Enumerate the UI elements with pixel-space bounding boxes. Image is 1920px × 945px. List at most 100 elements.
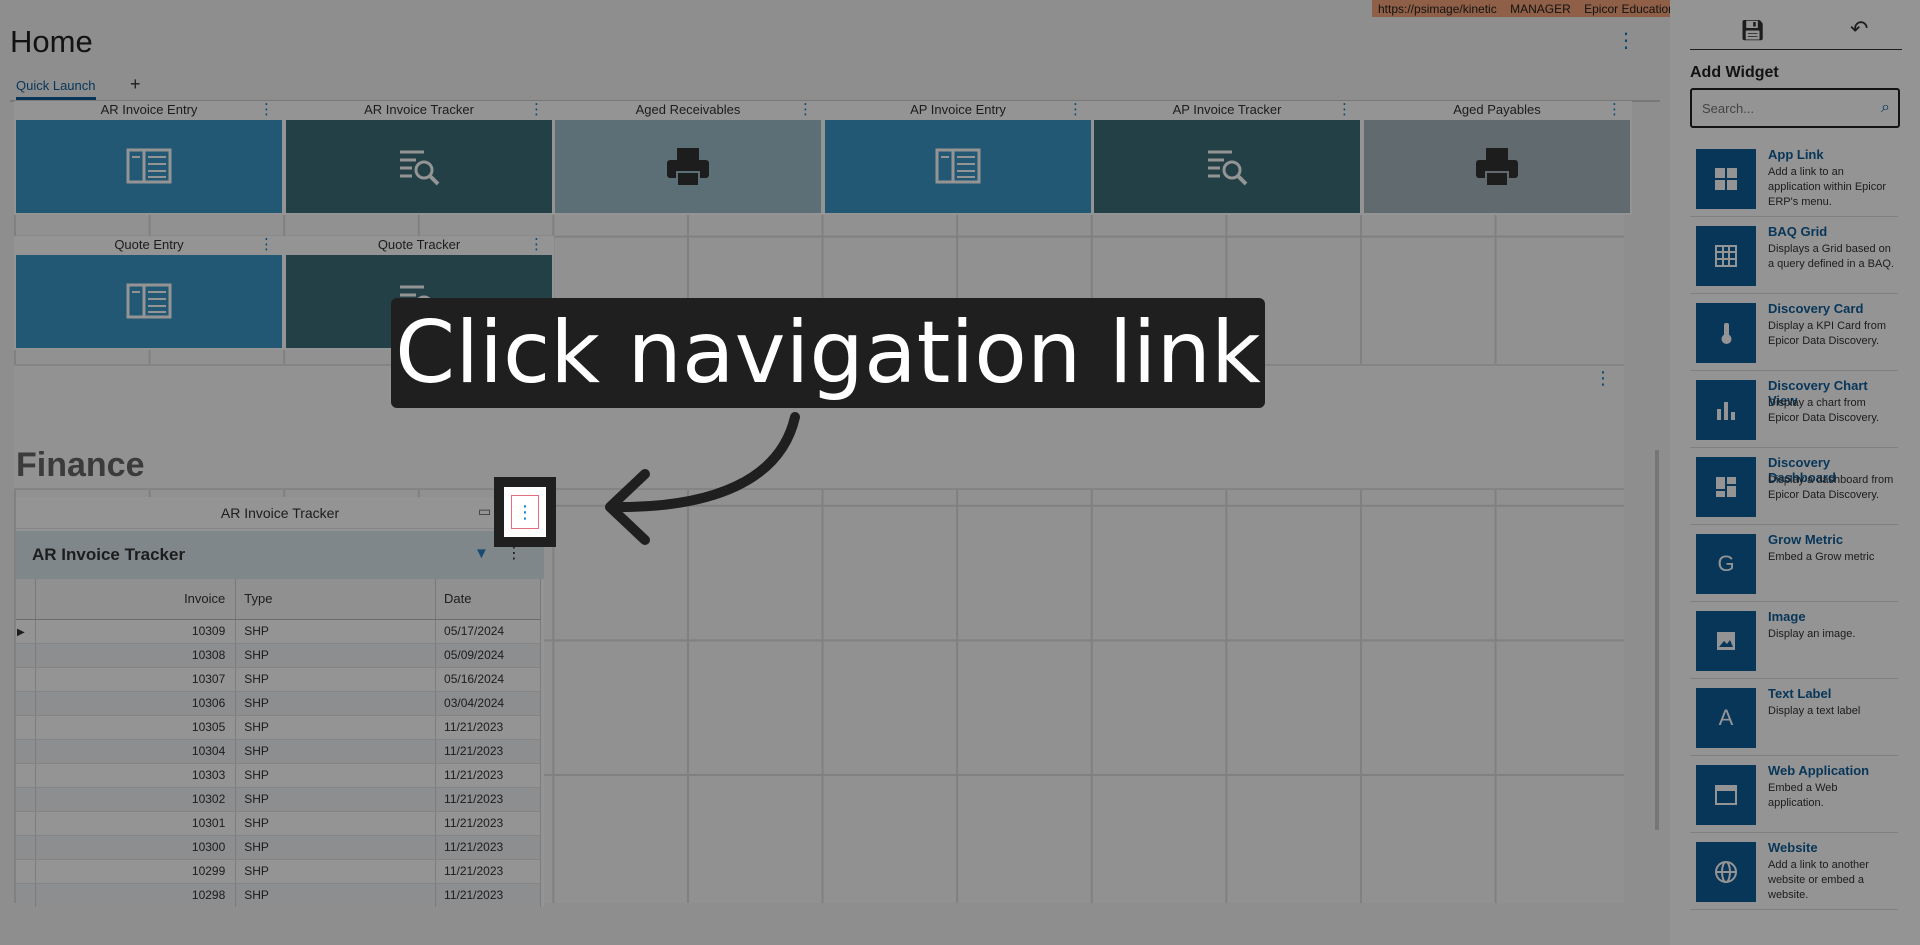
column-header-invoice[interactable]: Invoice bbox=[35, 579, 237, 620]
widget-option-grow-metric[interactable]: G Grow Metric Embed a Grow metric bbox=[1690, 528, 1898, 602]
tile-aged-payables[interactable]: Aged Payables ⋮ bbox=[1362, 101, 1632, 215]
widget-option-discovery-card[interactable]: Discovery Card Display a KPI Card from Ep… bbox=[1690, 297, 1898, 371]
column-header-type[interactable]: Type bbox=[235, 579, 437, 620]
widget-option-web-application[interactable]: Web Application Embed a Web application. bbox=[1690, 759, 1898, 833]
cell-invoice[interactable]: 10299 bbox=[35, 859, 237, 884]
cell-date[interactable]: 11/21/2023 bbox=[435, 715, 541, 740]
table-row[interactable]: ▶ 10309 SHP 05/17/2024 bbox=[16, 618, 541, 644]
tile-quote-entry[interactable]: Quote Entry ⋮ bbox=[14, 236, 284, 350]
tile-more-icon[interactable]: ⋮ bbox=[1607, 102, 1622, 118]
search-icon[interactable]: ⌕ bbox=[1881, 99, 1890, 117]
row-selector[interactable]: ▶ bbox=[16, 618, 37, 644]
tile-ap-invoice-tracker[interactable]: AP Invoice Tracker ⋮ bbox=[1092, 101, 1362, 215]
tile-ar-invoice-tracker[interactable]: AR Invoice Tracker ⋮ bbox=[284, 101, 554, 215]
widget-option-website[interactable]: Website Add a link to another website or … bbox=[1690, 836, 1898, 910]
widget-option-image[interactable]: Image Display an image. bbox=[1690, 605, 1898, 679]
cell-type[interactable]: SHP bbox=[235, 715, 437, 740]
row-selector[interactable] bbox=[16, 667, 37, 692]
tile-more-icon[interactable]: ⋮ bbox=[798, 102, 813, 118]
table-row[interactable]: 10304 SHP 11/21/2023 bbox=[16, 739, 541, 764]
cell-date[interactable]: 11/21/2023 bbox=[435, 739, 541, 764]
cell-invoice[interactable]: 10300 bbox=[35, 835, 237, 860]
cell-type[interactable]: SHP bbox=[235, 618, 437, 644]
add-tab-button[interactable]: + bbox=[130, 74, 141, 95]
table-row[interactable]: 10306 SHP 03/04/2024 bbox=[16, 691, 541, 716]
row-selector[interactable] bbox=[16, 787, 37, 812]
tile-aged-receivables[interactable]: Aged Receivables ⋮ bbox=[553, 101, 823, 215]
cell-invoice[interactable]: 10301 bbox=[35, 811, 237, 836]
cell-date[interactable]: 05/17/2024 bbox=[435, 618, 541, 644]
cell-date[interactable]: 05/09/2024 bbox=[435, 643, 541, 668]
widget-option-discovery-dashboard[interactable]: Discovery Dashboard Display a dashboard f… bbox=[1690, 451, 1898, 525]
table-row[interactable]: 10302 SHP 11/21/2023 bbox=[16, 787, 541, 812]
tile-more-icon[interactable]: ⋮ bbox=[259, 102, 274, 118]
cell-invoice[interactable]: 10307 bbox=[35, 667, 237, 692]
widget-option-title: Grow Metric bbox=[1768, 532, 1844, 547]
row-selector[interactable] bbox=[16, 739, 37, 764]
table-row[interactable]: 10303 SHP 11/21/2023 bbox=[16, 763, 541, 788]
cell-type[interactable]: SHP bbox=[235, 787, 437, 812]
row-selector[interactable] bbox=[16, 883, 37, 907]
row-selector[interactable] bbox=[16, 859, 37, 884]
cell-invoice[interactable]: 10298 bbox=[35, 883, 237, 907]
cell-type[interactable]: SHP bbox=[235, 643, 437, 668]
cell-date[interactable]: 11/21/2023 bbox=[435, 787, 541, 812]
tile-more-icon[interactable]: ⋮ bbox=[259, 237, 274, 253]
row-selector[interactable] bbox=[16, 835, 37, 860]
table-row[interactable]: 10307 SHP 05/16/2024 bbox=[16, 667, 541, 692]
cell-invoice[interactable]: 10309 bbox=[35, 618, 237, 644]
cell-date[interactable]: 11/21/2023 bbox=[435, 883, 541, 907]
page-more-icon[interactable]: ⋮ bbox=[1616, 30, 1636, 52]
row-selector[interactable] bbox=[16, 643, 37, 668]
tile-more-icon[interactable]: ⋮ bbox=[529, 102, 544, 118]
table-row[interactable]: 10298 SHP 11/21/2023 bbox=[16, 883, 541, 907]
widget-option-baq-grid[interactable]: BAQ Grid Displays a Grid based on a query… bbox=[1690, 220, 1898, 294]
table-row[interactable]: 10299 SHP 11/21/2023 bbox=[16, 859, 541, 884]
row-selector[interactable] bbox=[16, 811, 37, 836]
tile-more-icon[interactable]: ⋮ bbox=[1337, 102, 1352, 118]
table-row[interactable]: 10305 SHP 11/21/2023 bbox=[16, 715, 541, 740]
cell-invoice[interactable]: 10303 bbox=[35, 763, 237, 788]
cell-type[interactable]: SHP bbox=[235, 763, 437, 788]
cell-date[interactable]: 05/16/2024 bbox=[435, 667, 541, 692]
save-icon[interactable]: 💾︎ bbox=[1740, 18, 1765, 43]
tile-more-icon[interactable]: ⋮ bbox=[529, 237, 544, 253]
cell-invoice[interactable]: 10306 bbox=[35, 691, 237, 716]
tile-more-icon[interactable]: ⋮ bbox=[1068, 102, 1083, 118]
cell-type[interactable]: SHP bbox=[235, 883, 437, 907]
page-scrollbar[interactable] bbox=[1655, 450, 1659, 830]
tile-ap-invoice-entry[interactable]: AP Invoice Entry ⋮ bbox=[823, 101, 1093, 215]
cell-type[interactable]: SHP bbox=[235, 691, 437, 716]
cell-type[interactable]: SHP bbox=[235, 667, 437, 692]
row-selector[interactable] bbox=[16, 763, 37, 788]
row-selector[interactable] bbox=[16, 691, 37, 716]
cell-type[interactable]: SHP bbox=[235, 739, 437, 764]
cell-type[interactable]: SHP bbox=[235, 811, 437, 836]
widget-option-text-label[interactable]: A Text Label Display a text label bbox=[1690, 682, 1898, 756]
cell-date[interactable]: 11/21/2023 bbox=[435, 763, 541, 788]
cell-date[interactable]: 11/21/2023 bbox=[435, 859, 541, 884]
cell-type[interactable]: SHP bbox=[235, 835, 437, 860]
table-row[interactable]: 10300 SHP 11/21/2023 bbox=[16, 835, 541, 860]
cell-type[interactable]: SHP bbox=[235, 859, 437, 884]
column-header-date[interactable]: Date bbox=[435, 579, 541, 620]
table-row[interactable]: 10301 SHP 11/21/2023 bbox=[16, 811, 541, 836]
cell-date[interactable]: 11/21/2023 bbox=[435, 811, 541, 836]
filter-icon[interactable]: ▼ bbox=[474, 545, 489, 562]
undo-icon[interactable]: ↶ bbox=[1850, 16, 1868, 42]
cell-invoice[interactable]: 10302 bbox=[35, 787, 237, 812]
cell-date[interactable]: 11/21/2023 bbox=[435, 835, 541, 860]
widget-more-icon[interactable]: ⋮ bbox=[511, 495, 539, 529]
table-row[interactable]: 10308 SHP 05/09/2024 bbox=[16, 643, 541, 668]
cell-invoice[interactable]: 10308 bbox=[35, 643, 237, 668]
tile-ar-invoice-entry[interactable]: AR Invoice Entry ⋮ bbox=[14, 101, 284, 215]
section-more-icon[interactable]: ⋮ bbox=[1594, 368, 1612, 389]
cell-invoice[interactable]: 10304 bbox=[35, 739, 237, 764]
cell-date[interactable]: 03/04/2024 bbox=[435, 691, 541, 716]
row-selector[interactable] bbox=[16, 715, 37, 740]
widget-option-app-link[interactable]: App Link Add a link to an application wit… bbox=[1690, 143, 1898, 217]
tab-quick-launch[interactable]: Quick Launch bbox=[16, 78, 96, 100]
search-input[interactable] bbox=[1700, 98, 1860, 118]
widget-option-discovery-chart-view[interactable]: Discovery Chart View Display a chart from… bbox=[1690, 374, 1898, 448]
cell-invoice[interactable]: 10305 bbox=[35, 715, 237, 740]
